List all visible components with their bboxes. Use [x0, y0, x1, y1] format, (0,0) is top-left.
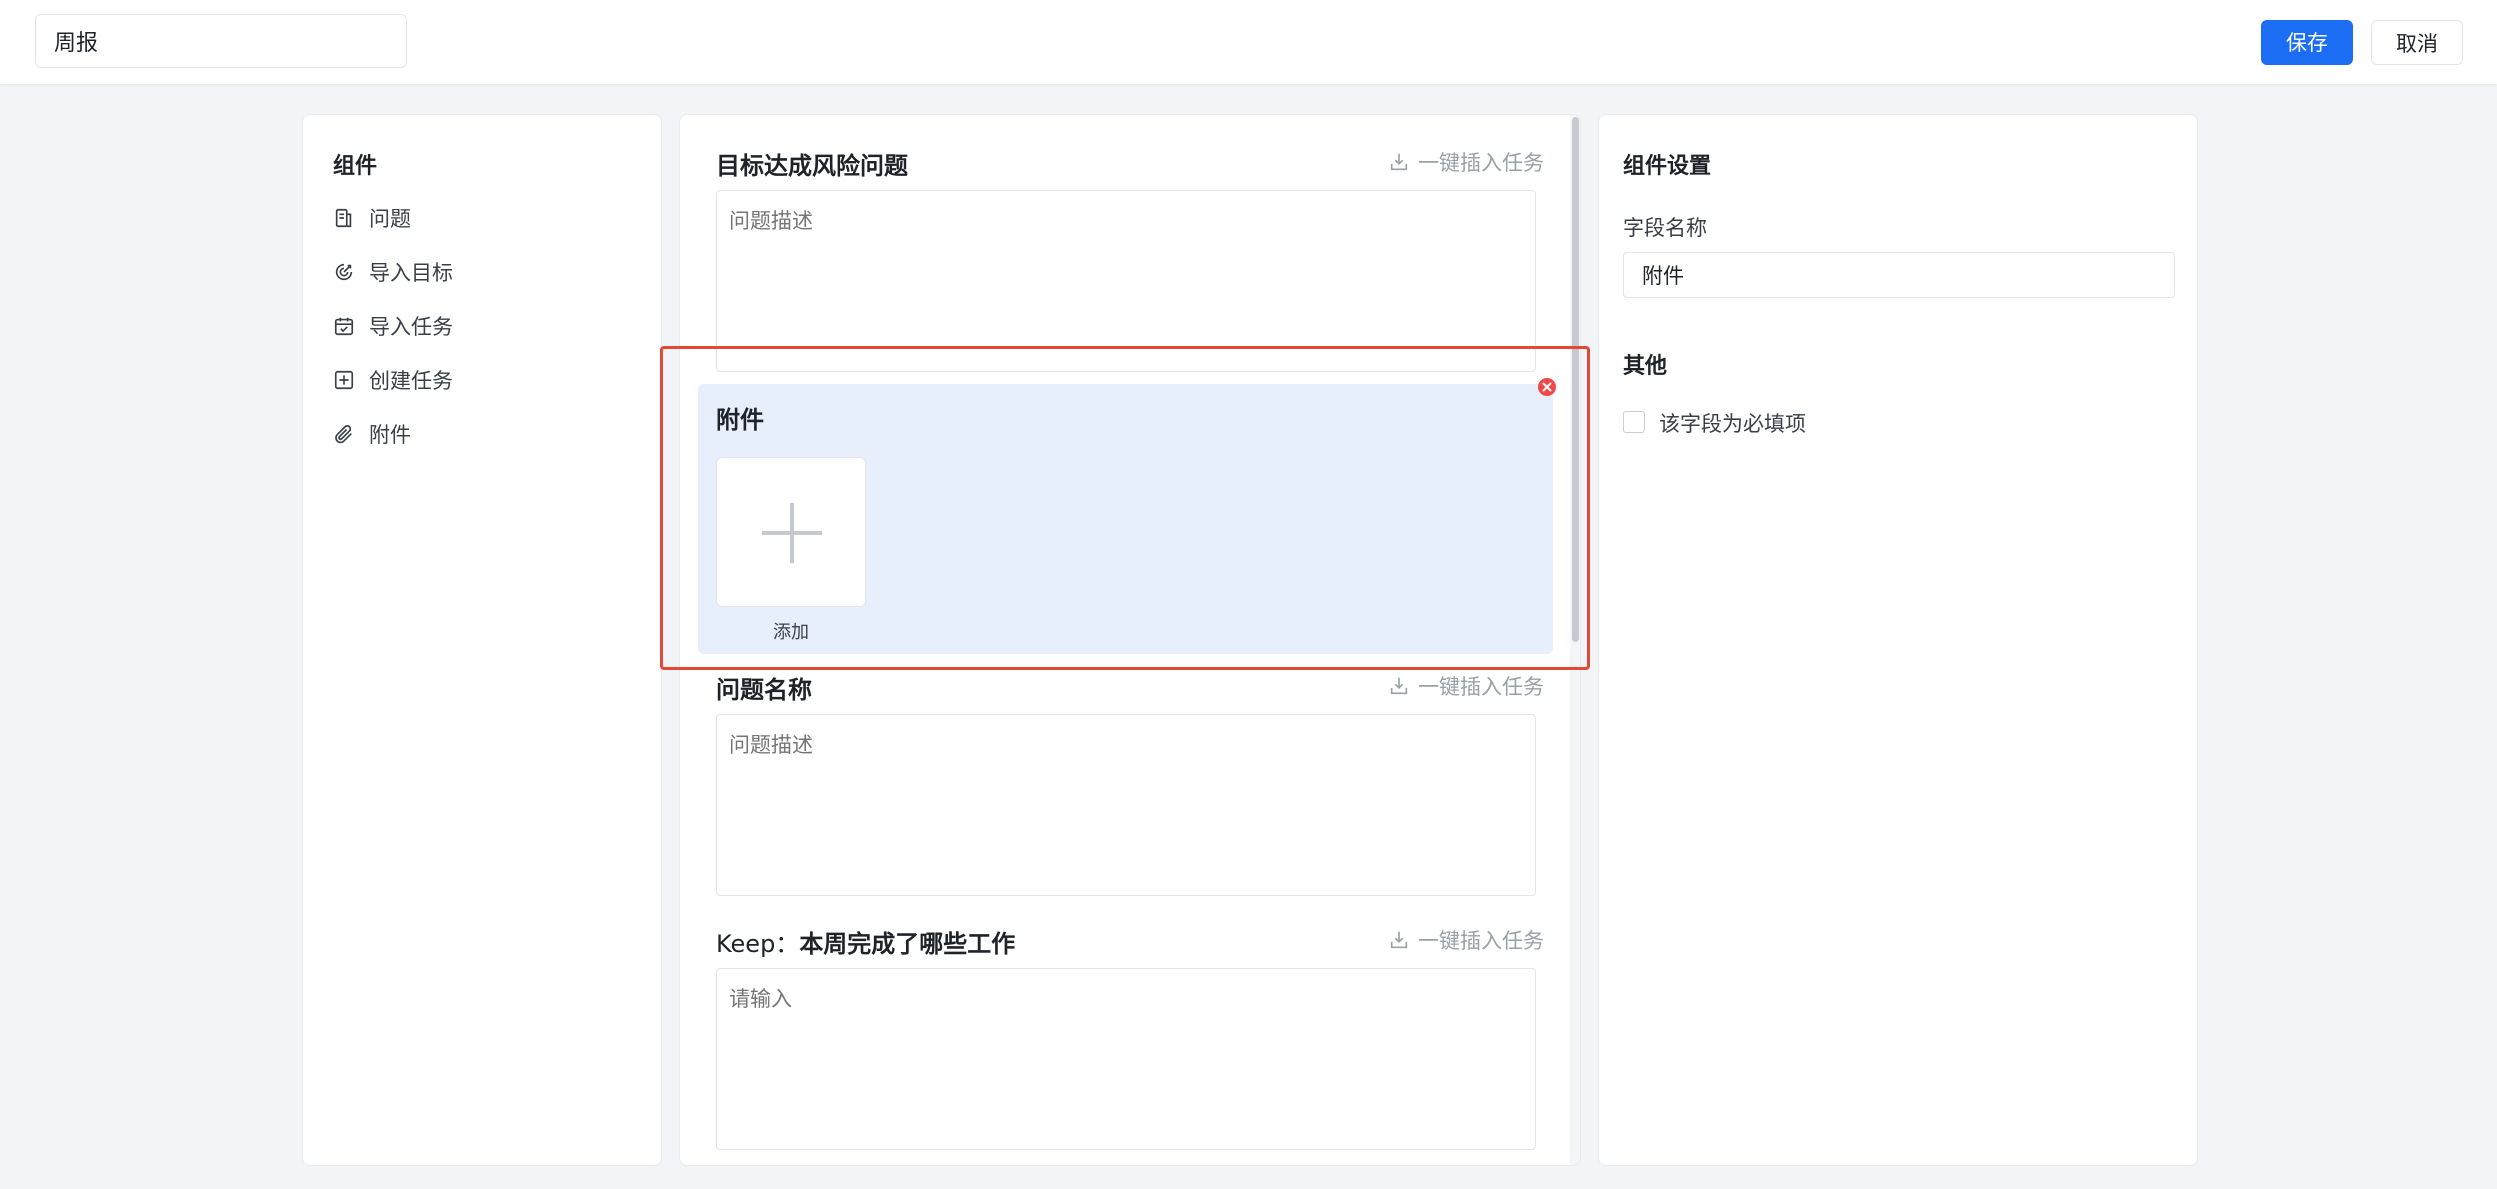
- component-item-import-task[interactable]: 导入任务: [333, 306, 453, 346]
- paperclip-icon: [335, 425, 352, 444]
- component-item-label: 导入任务: [369, 315, 453, 339]
- target-icon: [335, 263, 353, 281]
- settings-heading: 组件设置: [1623, 154, 1712, 179]
- insert-task-link[interactable]: 一键插入任务: [1388, 671, 1544, 701]
- components-heading: 组件: [333, 154, 378, 179]
- component-item-label: 附件: [369, 423, 411, 447]
- calendar-icon: [334, 317, 354, 336]
- remove-component-button[interactable]: [1538, 378, 1556, 396]
- close-icon: [1542, 382, 1552, 392]
- settings-panel: 组件设置 字段名称 其他 该字段为必填项: [1598, 114, 2198, 1166]
- insert-task-link[interactable]: 一键插入任务: [1388, 147, 1544, 177]
- import-icon: [1390, 677, 1408, 695]
- component-item-label: 创建任务: [369, 369, 453, 393]
- component-item-attachment[interactable]: 附件: [333, 414, 411, 454]
- form-canvas: 目标达成风险问题 一键插入任务 附件 添加 问题名称 一键插入任务 Keep：本…: [679, 114, 1581, 1166]
- question-textarea[interactable]: [716, 190, 1536, 372]
- document-icon: [335, 208, 352, 228]
- field-name-input[interactable]: [1623, 252, 2175, 298]
- field-label: 问题名称: [716, 676, 812, 704]
- required-checkbox[interactable]: [1623, 411, 1645, 433]
- save-button[interactable]: 保存: [2261, 20, 2353, 65]
- scrollbar-thumb[interactable]: [1572, 117, 1579, 642]
- field-label: 目标达成风险问题: [716, 152, 908, 180]
- component-item-create-task[interactable]: 创建任务: [333, 360, 453, 400]
- attachment-component[interactable]: 附件 添加: [698, 384, 1553, 654]
- add-attachment-button[interactable]: [716, 457, 866, 607]
- report-title-input[interactable]: [35, 14, 407, 68]
- component-item-label: 问题: [369, 207, 411, 231]
- import-icon: [1390, 153, 1408, 171]
- add-attachment-label: 添加: [773, 622, 809, 643]
- import-icon: [1390, 931, 1408, 949]
- attachment-title: 附件: [716, 406, 764, 434]
- other-heading: 其他: [1623, 354, 1668, 379]
- insert-task-link[interactable]: 一键插入任务: [1388, 925, 1544, 955]
- component-item-question[interactable]: 问题: [333, 198, 411, 238]
- component-item-import-goal[interactable]: 导入目标: [333, 252, 453, 292]
- field-label: Keep：本周完成了哪些工作: [716, 930, 1016, 958]
- top-bar: 保存 取消: [0, 0, 2497, 84]
- question-textarea[interactable]: [716, 714, 1536, 896]
- required-label: 该字段为必填项: [1659, 412, 1806, 436]
- plus-square-icon: [334, 370, 354, 390]
- component-item-label: 导入目标: [369, 261, 453, 285]
- cancel-button[interactable]: 取消: [2371, 20, 2463, 65]
- components-panel: 组件 问题 导入目标 导入任务 创建任务 附件: [302, 114, 662, 1166]
- keep-textarea[interactable]: [716, 968, 1536, 1150]
- plus-icon: [762, 503, 822, 563]
- field-name-label: 字段名称: [1623, 216, 1707, 240]
